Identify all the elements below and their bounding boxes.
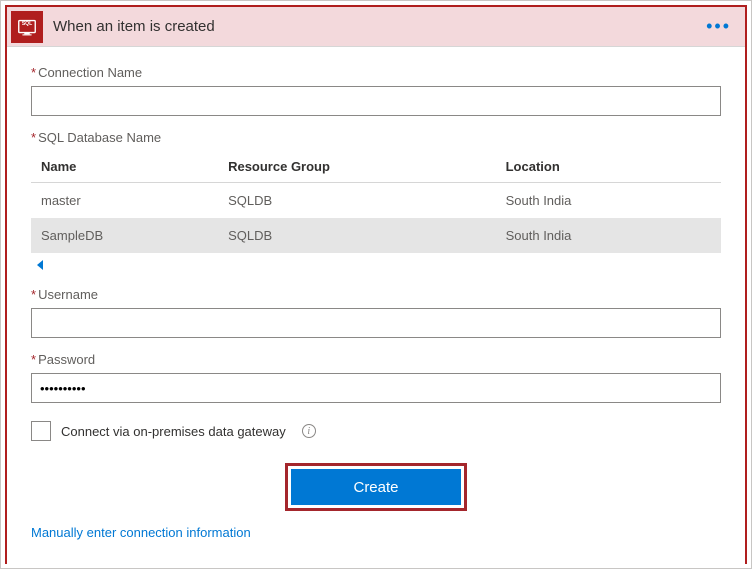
- username-input[interactable]: [31, 308, 721, 338]
- password-input[interactable]: [31, 373, 721, 403]
- gateway-label: Connect via on-premises data gateway: [61, 424, 286, 439]
- col-resource-group: Resource Group: [218, 151, 496, 183]
- connection-name-label: *Connection Name: [31, 65, 721, 80]
- sql-icon: SQL: [11, 11, 43, 43]
- col-name: Name: [31, 151, 218, 183]
- gateway-row: Connect via on-premises data gateway i: [31, 421, 721, 441]
- create-button-wrap: Create: [31, 463, 721, 511]
- card-header: SQL When an item is created •••: [7, 7, 745, 47]
- panel-container: SQL When an item is created ••• *Connect…: [0, 0, 752, 569]
- connection-name-input[interactable]: [31, 86, 721, 116]
- highlight-annotation: Create: [285, 463, 467, 511]
- more-options-button[interactable]: •••: [700, 16, 737, 37]
- info-icon[interactable]: i: [302, 424, 316, 438]
- card-title: When an item is created: [53, 18, 700, 35]
- username-label: *Username: [31, 287, 721, 302]
- sql-database-label: *SQL Database Name: [31, 130, 721, 145]
- password-label: *Password: [31, 352, 721, 367]
- table-row[interactable]: SampleDB SQLDB South India: [31, 218, 721, 253]
- col-location: Location: [496, 151, 691, 183]
- trigger-card: SQL When an item is created ••• *Connect…: [5, 5, 747, 564]
- manual-connection-link[interactable]: Manually enter connection information: [31, 525, 251, 540]
- database-table: Name Resource Group Location master SQLD…: [31, 151, 721, 253]
- create-button[interactable]: Create: [291, 469, 461, 505]
- svg-text:SQL: SQL: [22, 21, 32, 27]
- table-row[interactable]: master SQLDB South India: [31, 183, 721, 219]
- back-arrow-icon[interactable]: [35, 259, 53, 273]
- gateway-checkbox[interactable]: [31, 421, 51, 441]
- card-body: *Connection Name *SQL Database Name Name…: [7, 47, 745, 550]
